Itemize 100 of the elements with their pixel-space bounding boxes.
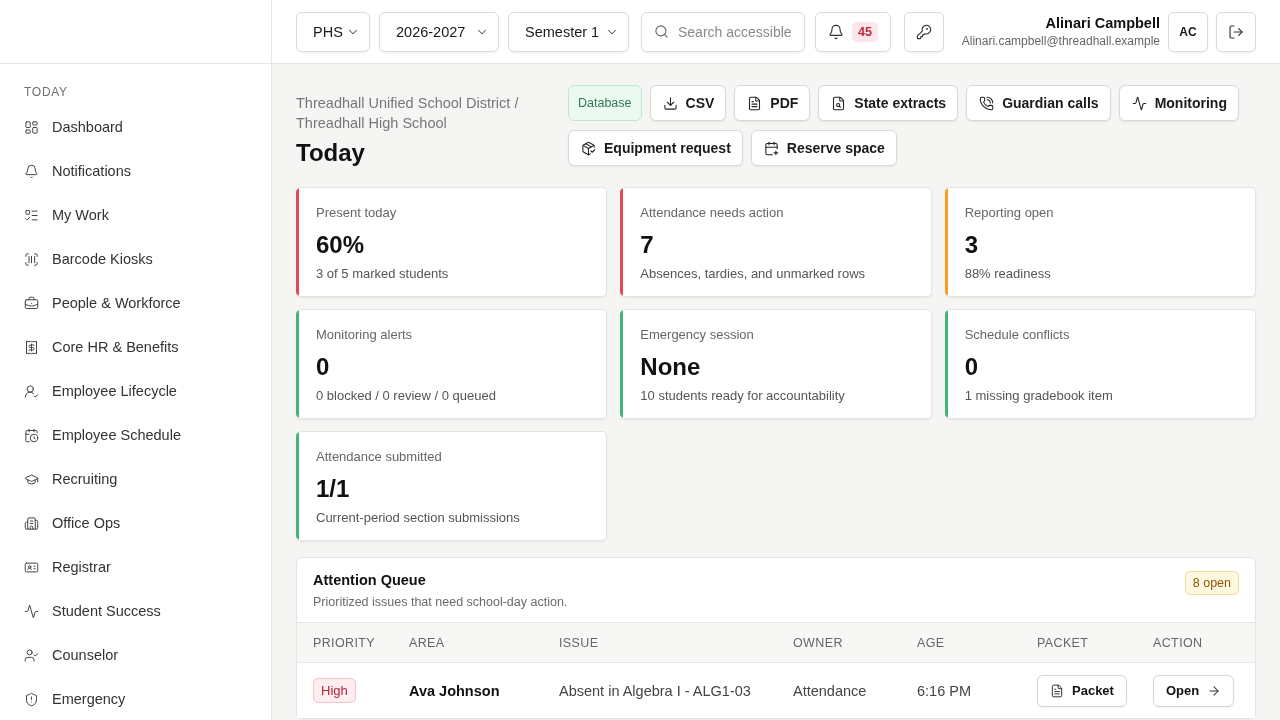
open-count-tag: 8 open <box>1184 571 1239 595</box>
metric-label: Schedule conflicts <box>964 326 1070 344</box>
filter-dropdown[interactable]: Semester 1 <box>508 11 629 52</box>
section-label: TODAY <box>24 85 68 99</box>
building-icon <box>24 515 39 531</box>
receipt-icon <box>24 339 39 355</box>
column-header: ISSUE <box>559 635 599 650</box>
nav-item[interactable]: Student Success <box>12 593 259 629</box>
page-title: Today <box>296 139 365 167</box>
logout-icon <box>1228 23 1244 40</box>
nav-item[interactable]: Barcode Kiosks <box>12 241 259 277</box>
calendar-clock-icon <box>24 427 39 443</box>
metric-note: 10 students ready for accountability <box>640 387 845 405</box>
packet-button[interactable]: Packet <box>1037 674 1127 707</box>
metric-label: Present today <box>316 204 397 222</box>
search-field[interactable]: Search accessible <box>641 11 805 52</box>
action-button[interactable]: CSV <box>649 85 727 121</box>
notifications-button[interactable]: 45 <box>815 11 891 52</box>
logout-button[interactable] <box>1216 11 1256 52</box>
column-header: OWNER <box>793 635 843 650</box>
table-cell: Absent in Algebra I - ALG1-03 <box>559 682 751 699</box>
bell-icon <box>828 23 845 40</box>
metric-value: 7 <box>640 230 654 260</box>
metric-note: Absences, tardies, and unmarked rows <box>640 265 866 283</box>
metric-value: 1/1 <box>316 474 350 504</box>
column-header: AREA <box>409 635 445 650</box>
nav-item[interactable]: Counselor <box>12 637 259 673</box>
user-check-icon <box>24 647 39 663</box>
metric-label: Emergency session <box>640 326 754 344</box>
panel-title: Attention Queue <box>313 571 426 589</box>
metric-value: None <box>640 352 701 382</box>
bell-icon <box>24 163 39 179</box>
notification-count: 45 <box>852 21 878 42</box>
nav-item[interactable]: Registrar <box>12 549 259 585</box>
nav-item[interactable]: Notifications <box>12 153 259 189</box>
document-icon <box>747 95 763 111</box>
document-icon <box>1050 683 1064 698</box>
metric-value: 60% <box>316 230 365 260</box>
action-button[interactable]: Reserve space <box>750 130 897 166</box>
id-card-icon <box>24 559 39 575</box>
nav-item[interactable]: My Work <box>12 197 259 233</box>
nav-item[interactable]: Recruiting <box>12 461 259 497</box>
table-cell: Attendance <box>793 682 867 699</box>
calendar-plus-icon <box>763 140 779 156</box>
column-header: AGE <box>917 635 945 650</box>
action-button[interactable]: PDF <box>734 85 811 121</box>
column-header: ACTION <box>1153 635 1203 650</box>
panel-subtitle: Prioritized issues that need school-day action. <box>313 594 568 610</box>
metric-label: Reporting open <box>964 204 1054 222</box>
phone-icon <box>979 95 995 111</box>
nav-item[interactable]: Employee Schedule <box>12 417 259 453</box>
graduation-cap-icon <box>24 471 39 487</box>
metric-label: Attendance submitted <box>316 448 442 466</box>
nav-item[interactable]: Core HR & Benefits <box>12 329 259 365</box>
pulse-icon <box>1131 95 1147 111</box>
action-button[interactable]: State extracts <box>818 85 959 121</box>
metric-value: 3 <box>964 230 978 260</box>
open-button[interactable]: Open <box>1153 674 1235 707</box>
search-icon <box>654 23 669 39</box>
arrow-right-icon <box>1207 683 1222 698</box>
metric-value: 0 <box>964 352 978 382</box>
metric-label: Monitoring alerts <box>316 326 413 344</box>
nav-item[interactable]: Employee Lifecycle <box>12 373 259 409</box>
key-icon <box>916 23 932 40</box>
metric-note: 0 blocked / 0 review / 0 queued <box>316 387 496 405</box>
metric-note: Current-period section submissions <box>316 509 520 527</box>
action-button[interactable]: Monitoring <box>1118 85 1239 121</box>
filter-dropdown[interactable]: PHS <box>296 11 370 52</box>
breadcrumb: Threadhall Unified School District / Threadhall High School <box>296 94 520 133</box>
key-button[interactable] <box>904 11 944 52</box>
file-search-icon <box>831 95 847 111</box>
table-cell: Ava Johnson <box>409 682 500 699</box>
metric-note: 3 of 5 marked students <box>316 265 449 283</box>
download-icon <box>662 95 678 111</box>
pulse-icon <box>24 603 39 619</box>
user-email: Alinari.campbell@threadhall.example <box>961 34 1160 48</box>
nav-item[interactable]: Dashboard <box>12 109 259 145</box>
nav-item[interactable]: Office Ops <box>12 505 259 541</box>
package-icon <box>581 140 596 156</box>
action-button[interactable]: Equipment request <box>568 130 743 166</box>
user-check-icon <box>24 383 39 399</box>
priority-tag: High <box>313 678 356 703</box>
dashboard-icon <box>24 119 39 135</box>
column-header: PACKET <box>1037 635 1089 650</box>
briefcase-icon <box>24 295 39 311</box>
table-cell: 6:16 PM <box>917 682 971 699</box>
metric-note: 88% readiness <box>964 265 1051 283</box>
metric-value: 0 <box>316 352 330 382</box>
filter-dropdown[interactable]: 2026-2027 <box>379 11 499 52</box>
shield-alert-icon <box>24 691 39 707</box>
action-button[interactable]: Guardian calls <box>966 85 1111 121</box>
nav-item[interactable]: Emergency <box>12 681 259 717</box>
profile-button[interactable]: AC <box>1168 11 1208 52</box>
nav-item[interactable]: People & Workforce <box>12 285 259 321</box>
column-header: PRIORITY <box>313 635 376 650</box>
barcode-icon <box>24 251 39 267</box>
metric-label: Attendance needs action <box>640 204 784 222</box>
data-source-tag: Database <box>568 85 642 121</box>
user-name: Alinari Campbell <box>1045 15 1160 31</box>
checklist-icon <box>24 207 39 223</box>
